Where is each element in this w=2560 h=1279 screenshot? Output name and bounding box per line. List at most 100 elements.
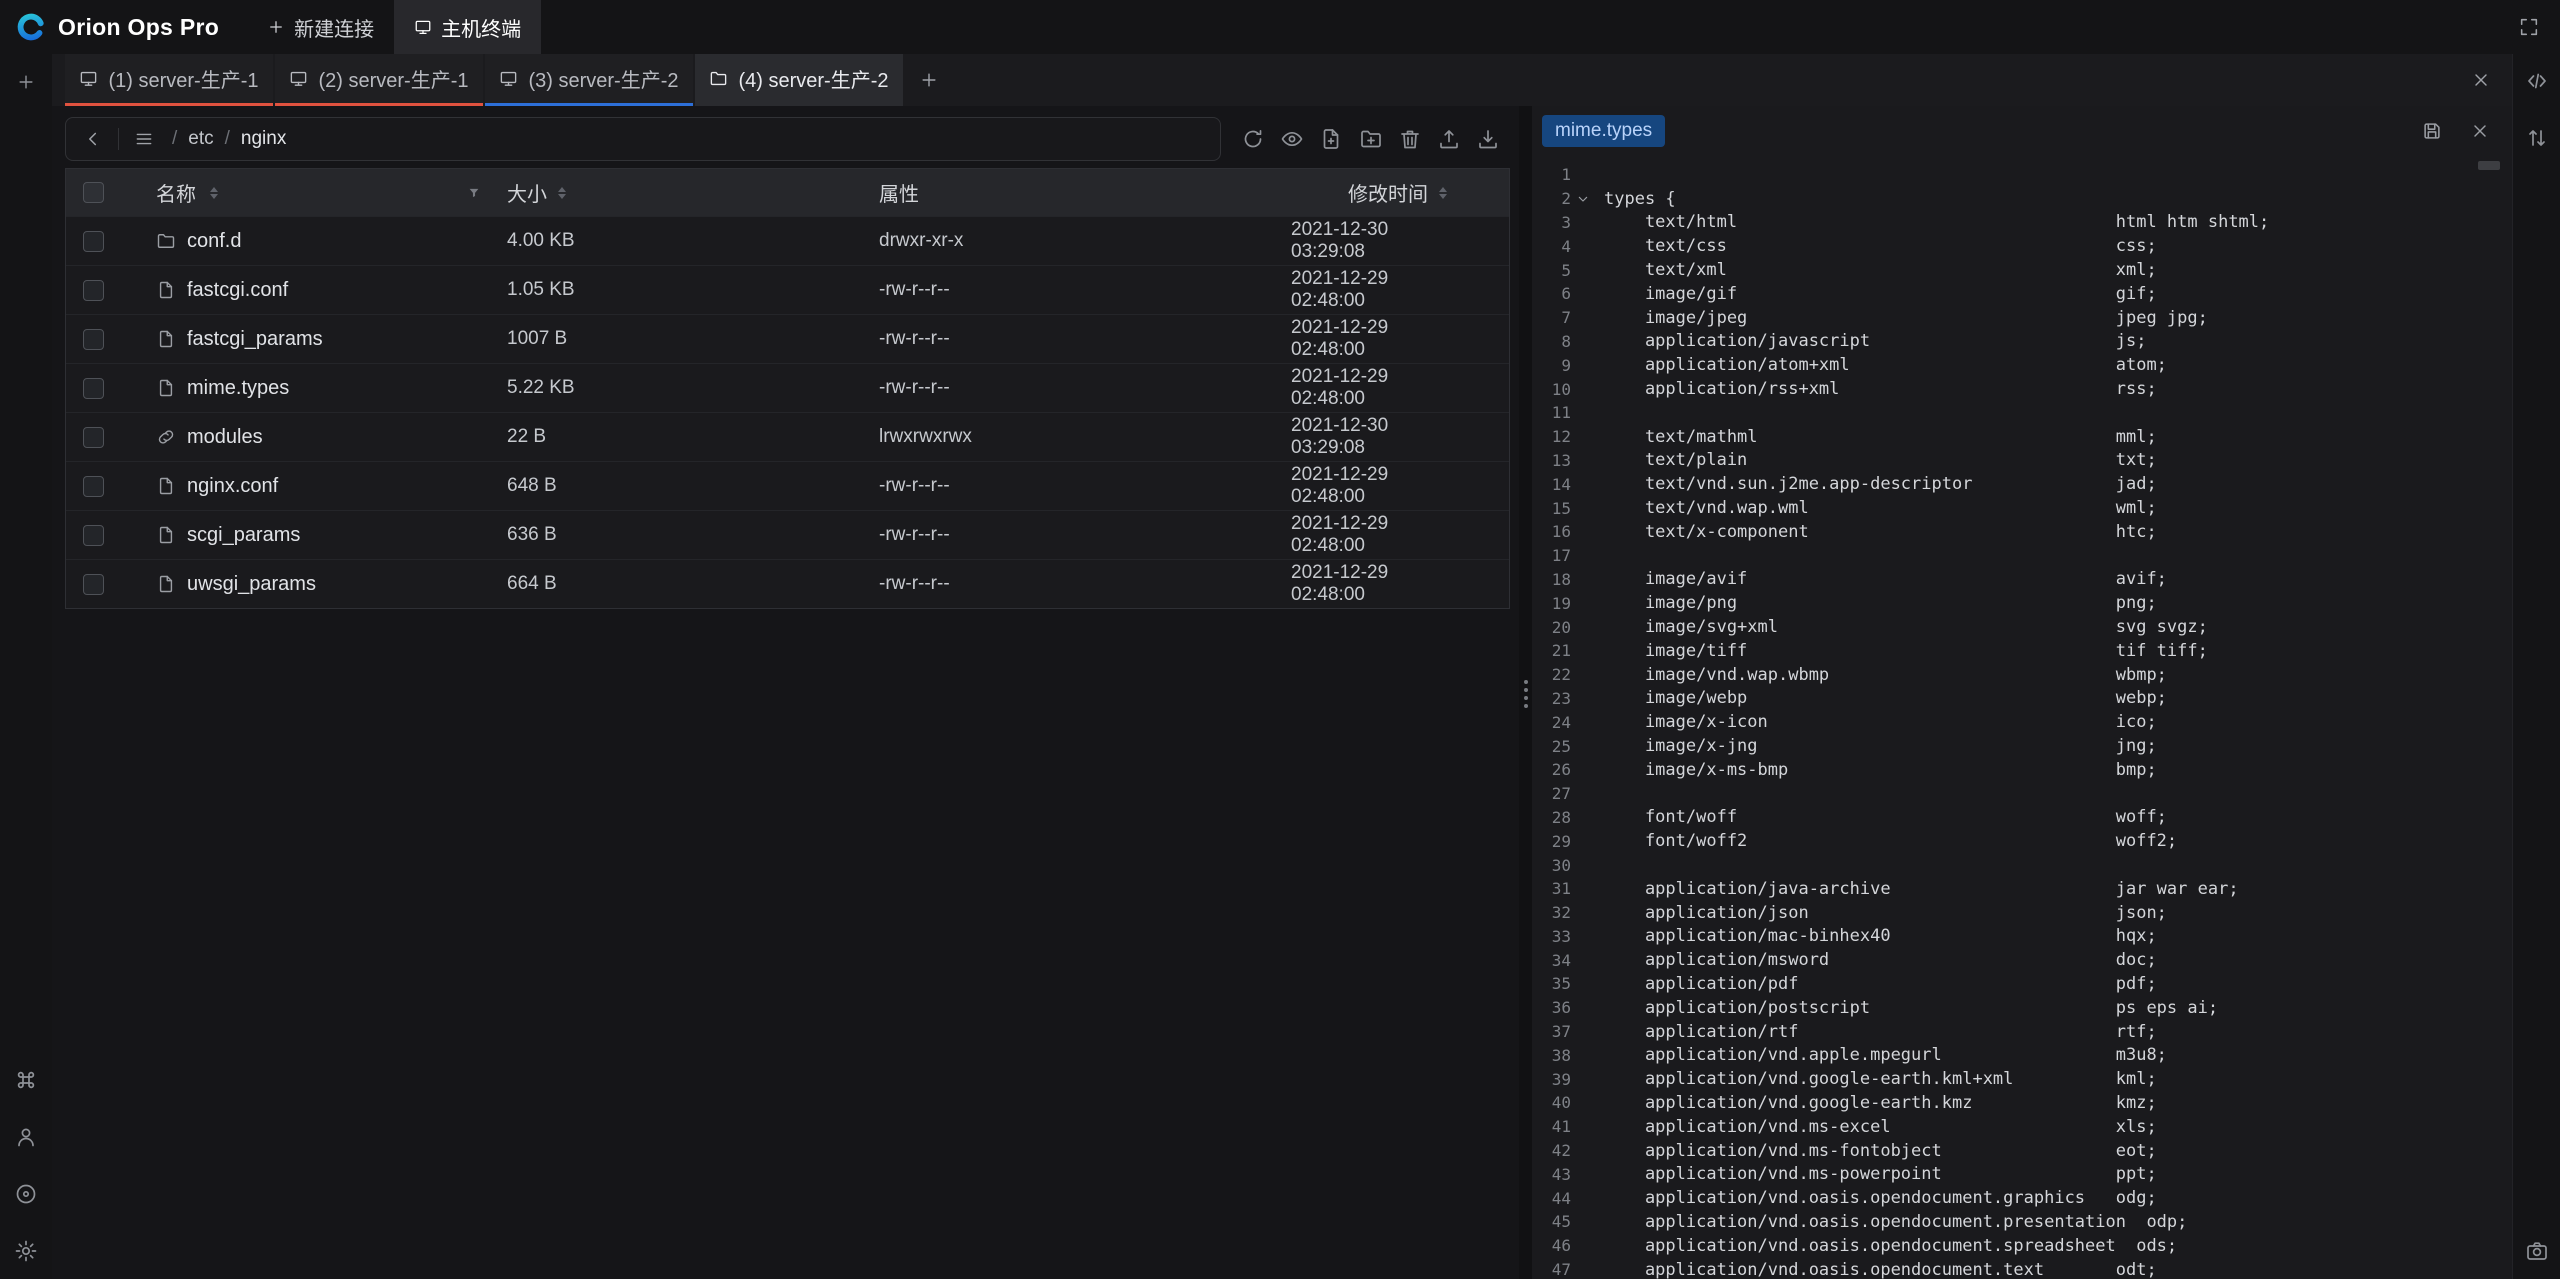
folder-icon [156, 231, 176, 251]
divider [118, 128, 119, 150]
file-row[interactable]: uwsgi_params664 B-rw-r--r--2021-12-29 02… [66, 559, 1509, 608]
code-line: application/vnd.oasis.opendocument.prese… [1604, 1212, 2187, 1232]
line-number: 20 [1532, 618, 1571, 637]
row-checkbox[interactable] [83, 427, 104, 448]
file-mtime: 2021-12-29 02:48:00 [1291, 464, 1509, 508]
plus-icon [16, 72, 36, 92]
sidebar-bottom-group [12, 1066, 40, 1265]
terminal-tab[interactable]: (1) server-生产-1 [65, 54, 273, 106]
code-line: image/jpeg jpeg jpg; [1604, 308, 2208, 328]
line-number: 5 [1532, 261, 1571, 280]
terminal-tab[interactable]: (3) server-生产-2 [485, 54, 693, 106]
new-file-button[interactable] [1314, 122, 1348, 156]
user-icon [14, 1125, 38, 1149]
user-button[interactable] [12, 1123, 40, 1151]
line-number: 27 [1532, 784, 1571, 803]
plus-icon [919, 70, 939, 90]
file-row[interactable]: nginx.conf648 B-rw-r--r--2021-12-29 02:4… [66, 461, 1509, 510]
row-checkbox[interactable] [83, 476, 104, 497]
file-row[interactable]: mime.types5.22 KB-rw-r--r--2021-12-29 02… [66, 363, 1509, 412]
file-row[interactable]: fastcgi_params1007 B-rw-r--r--2021-12-29… [66, 314, 1509, 363]
line-number: 40 [1532, 1093, 1571, 1112]
code-line-row: 20 image/svg+xml svg svgz; [1532, 615, 2512, 639]
code-line-row: 34 application/msword doc; [1532, 948, 2512, 972]
refresh-button[interactable] [1236, 122, 1270, 156]
terminal-icon [499, 69, 518, 88]
file-attr: -rw-r--r-- [879, 328, 1291, 350]
code-line: image/svg+xml svg svgz; [1604, 617, 2208, 637]
sidebar-plus-button[interactable] [11, 67, 41, 97]
sort-name-control[interactable] [210, 187, 218, 199]
code-line-row: 16 text/x-component htc; [1532, 520, 2512, 544]
row-checkbox[interactable] [83, 231, 104, 252]
terminal-tab[interactable]: (2) server-生产-1 [275, 54, 483, 106]
line-number: 43 [1532, 1165, 1571, 1184]
file-row[interactable]: fastcgi.conf1.05 KB-rw-r--r--2021-12-29 … [66, 265, 1509, 314]
theme-button[interactable] [12, 1180, 40, 1208]
file-row[interactable]: modules22 Blrwxrwxrwx2021-12-30 03:29:08 [66, 412, 1509, 461]
code-line: application/vnd.apple.mpegurl m3u8; [1604, 1045, 2167, 1065]
download-button[interactable] [1471, 122, 1505, 156]
command-editor-button[interactable] [2523, 67, 2551, 95]
row-checkbox[interactable] [83, 378, 104, 399]
file-attr: lrwxrwxrwx [879, 426, 1291, 448]
breadcrumb-root[interactable]: / [172, 128, 177, 150]
screensh ot-button[interactable] [2523, 1237, 2551, 1265]
filter-icon[interactable] [467, 186, 481, 200]
fullscreen-button[interactable] [2514, 12, 2544, 42]
file-size: 636 B [507, 524, 879, 546]
settings-button[interactable] [12, 1237, 40, 1265]
delete-button[interactable] [1393, 122, 1427, 156]
breadcrumb-segment-etc[interactable]: etc [188, 128, 213, 150]
code-line-row: 8 application/javascript js; [1532, 330, 2512, 354]
line-number: 34 [1532, 951, 1571, 970]
menu-host-terminal[interactable]: 主机终端 [394, 0, 541, 54]
directory-list-button[interactable] [127, 122, 161, 156]
sort-size-control[interactable] [558, 187, 566, 199]
file-table-header: 名称 大小 属性 修改 [66, 169, 1509, 216]
camera-icon [2525, 1239, 2549, 1263]
code-editor[interactable]: 12types {3 text/html html htm shtml;4 te… [1532, 155, 2512, 1279]
fold-chevron-icon[interactable] [1571, 191, 1595, 207]
menu-new-connection[interactable]: 新建连接 [247, 0, 394, 54]
file-icon [156, 280, 176, 300]
add-tab-button[interactable] [905, 54, 953, 106]
close-editor-button[interactable] [2466, 117, 2494, 145]
splitter-grip-icon[interactable] [1524, 680, 1528, 708]
back-button[interactable] [76, 122, 110, 156]
sort-mtime-control[interactable] [1439, 187, 1447, 199]
select-all-checkbox[interactable] [83, 182, 104, 203]
file-icon [156, 476, 176, 496]
row-checkbox[interactable] [83, 280, 104, 301]
row-checkbox[interactable] [83, 574, 104, 595]
breadcrumb: / etc / nginx [65, 117, 1221, 161]
sftp-tab[interactable]: (4) server-生产-2 [695, 54, 903, 106]
panel-splitter[interactable] [1519, 106, 1532, 1279]
line-number: 24 [1532, 713, 1571, 732]
code-line-row: 27 [1532, 782, 2512, 806]
row-checkbox[interactable] [83, 525, 104, 546]
code-line-row: 43 application/vnd.ms-powerpoint ppt; [1532, 1162, 2512, 1186]
line-number: 47 [1532, 1260, 1571, 1279]
code-line-row: 14 text/vnd.sun.j2me.app-descriptor jad; [1532, 472, 2512, 496]
file-row[interactable]: scgi_params636 B-rw-r--r--2021-12-29 02:… [66, 510, 1509, 559]
row-checkbox[interactable] [83, 329, 104, 350]
editor-scrollbar[interactable] [2478, 161, 2500, 170]
swap-panels-button[interactable] [2523, 124, 2551, 152]
code-line-row: 26 image/x-ms-bmp bmp; [1532, 758, 2512, 782]
upload-button[interactable] [1432, 122, 1466, 156]
file-size: 22 B [507, 426, 879, 448]
file-attr: -rw-r--r-- [879, 573, 1291, 595]
code-line: application/vnd.google-earth.kmz kmz; [1604, 1093, 2157, 1113]
save-file-button[interactable] [2418, 117, 2446, 145]
file-size: 4.00 KB [507, 230, 879, 252]
shortcuts-button[interactable] [12, 1066, 40, 1094]
new-folder-button[interactable] [1354, 122, 1388, 156]
breadcrumb-segment-nginx[interactable]: nginx [241, 128, 286, 150]
close-tabs-button[interactable] [2466, 65, 2496, 95]
editor-file-tab[interactable]: mime.types [1542, 115, 1665, 147]
show-hidden-button[interactable] [1275, 122, 1309, 156]
terminal-icon [289, 69, 308, 88]
file-row[interactable]: conf.d4.00 KBdrwxr-xr-x2021-12-30 03:29:… [66, 216, 1509, 265]
tab-label: (1) server-生产-1 [108, 64, 258, 93]
